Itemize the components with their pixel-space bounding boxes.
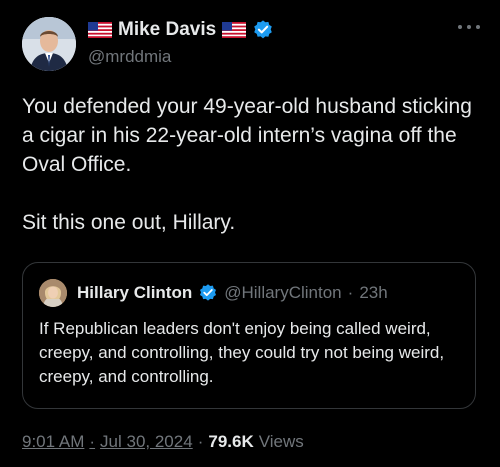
quoted-separator: ·	[347, 283, 354, 302]
man-portrait-avatar-icon	[22, 17, 76, 71]
quoted-handle[interactable]: @HillaryClinton	[224, 283, 341, 303]
quoted-timestamp[interactable]: 23h	[359, 283, 387, 303]
more-dot	[458, 25, 462, 29]
tweet-time[interactable]: 9:01 AM	[22, 432, 84, 452]
meta-separator[interactable]: ·	[89, 432, 95, 452]
us-flag-icon	[88, 22, 112, 38]
tweet: Mike Davis @mrddmia You defended your 49…	[0, 0, 500, 467]
tweet-text: You defended your 49-year-old husband st…	[22, 92, 482, 237]
tweet-date[interactable]: Jul 30, 2024	[100, 432, 193, 452]
meta-separator: ·	[197, 432, 204, 451]
more-dot	[467, 25, 471, 29]
tweet-meta: 9:01 AM · Jul 30, 2024 · 79.6K Views	[22, 432, 304, 452]
more-dot	[476, 25, 480, 29]
author-display-name[interactable]: Mike Davis	[118, 19, 216, 41]
quoted-author-avatar[interactable]	[39, 279, 67, 307]
verified-badge-icon[interactable]	[252, 19, 274, 41]
tweet-text-paragraph: You defended your 49-year-old husband st…	[22, 95, 472, 176]
verified-badge-icon[interactable]	[198, 283, 218, 303]
quoted-header[interactable]: Hillary Clinton @HillaryClinton · 23h	[77, 281, 388, 305]
views-count[interactable]: 79.6K	[208, 432, 253, 452]
us-flag-icon	[222, 22, 247, 38]
quoted-tweet-text: If Republican leaders don't enjoy being …	[39, 319, 445, 386]
more-options-icon[interactable]	[458, 22, 480, 32]
quoted-display-name[interactable]: Hillary Clinton	[77, 283, 192, 303]
quoted-tweet[interactable]: Hillary Clinton @HillaryClinton · 23h If…	[22, 262, 476, 409]
author-name-row[interactable]: Mike Davis	[88, 18, 274, 42]
tweet-text-paragraph: Sit this one out, Hillary.	[22, 211, 236, 234]
author-avatar[interactable]	[22, 17, 76, 71]
author-handle[interactable]: @mrddmia	[88, 47, 171, 67]
woman-portrait-avatar-icon	[39, 279, 67, 307]
views-label: Views	[258, 432, 304, 451]
